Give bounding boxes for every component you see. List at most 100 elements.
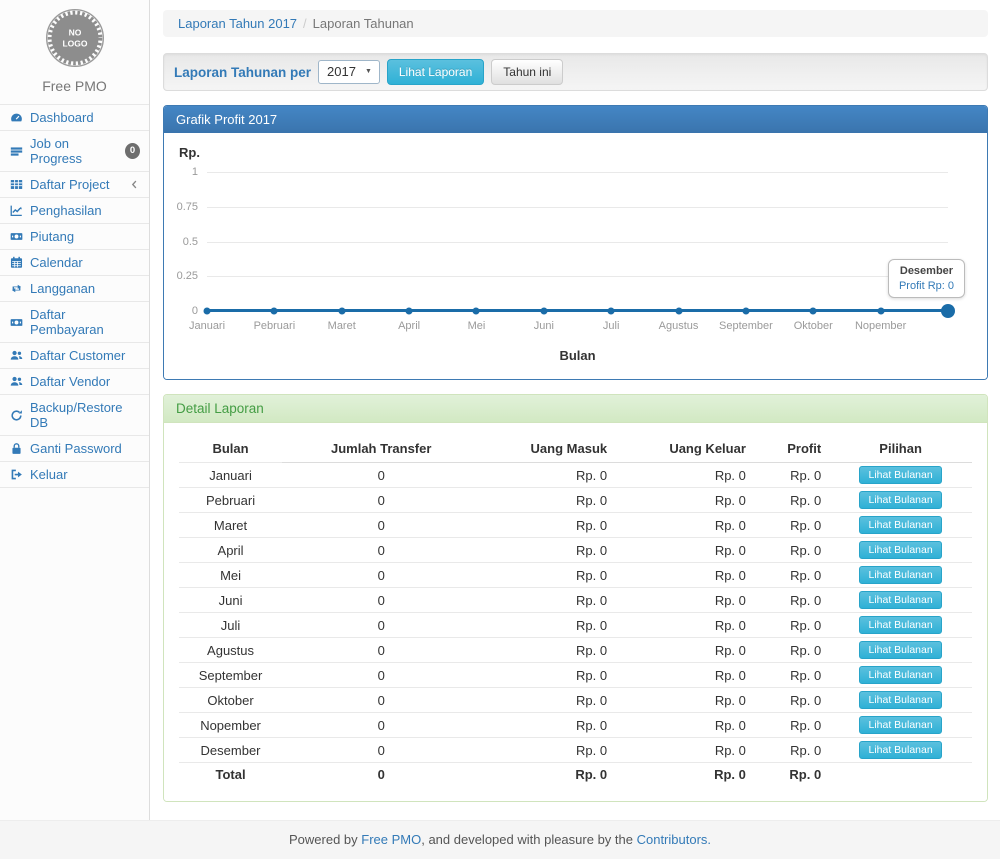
sidebar-item-label: Ganti Password	[30, 441, 122, 456]
cell-uang-masuk: Rp. 0	[480, 463, 615, 488]
cell-jumlah-transfer: 0	[282, 638, 480, 663]
sidebar-item-langganan[interactable]: Langganan	[0, 276, 149, 302]
sidebar-item-dashboard[interactable]: Dashboard	[0, 105, 149, 131]
lihat-bulanan-button[interactable]: Lihat Bulanan	[859, 641, 941, 659]
lihat-bulanan-button[interactable]: Lihat Bulanan	[859, 591, 941, 609]
sidebar-item-daftar-customer[interactable]: Daftar Customer	[0, 343, 149, 369]
data-point[interactable]	[271, 308, 278, 315]
tasks-icon	[9, 145, 23, 158]
table-row: September0Rp. 0Rp. 0Rp. 0Lihat Bulanan	[179, 663, 972, 688]
cell-profit: Rp. 0	[754, 513, 829, 538]
cell-uang-keluar: Rp. 0	[615, 588, 754, 613]
sidebar-item-piutang[interactable]: Piutang	[0, 224, 149, 250]
cell-profit: Rp. 0	[754, 488, 829, 513]
column-header-uang-masuk: Uang Masuk	[480, 435, 615, 463]
footer-link-contributors[interactable]: Contributors.	[637, 832, 711, 847]
detail-panel-body: BulanJumlah TransferUang MasukUang Kelua…	[164, 423, 987, 801]
lihat-bulanan-button[interactable]: Lihat Bulanan	[859, 741, 941, 759]
data-point[interactable]	[473, 308, 480, 315]
data-point[interactable]	[540, 308, 547, 315]
sidebar-item-daftar-vendor[interactable]: Daftar Vendor	[0, 369, 149, 395]
lihat-bulanan-button[interactable]: Lihat Bulanan	[859, 466, 941, 484]
cell-pilihan: Lihat Bulanan	[829, 588, 972, 613]
sidebar-item-keluar[interactable]: Keluar	[0, 462, 149, 488]
cell-pilihan: Lihat Bulanan	[829, 513, 972, 538]
cell-uang-keluar: Rp. 0	[615, 638, 754, 663]
lihat-bulanan-button[interactable]: Lihat Bulanan	[859, 541, 941, 559]
lihat-bulanan-button[interactable]: Lihat Bulanan	[859, 566, 941, 584]
cell-jumlah-transfer: 0	[282, 538, 480, 563]
cell-uang-keluar: Rp. 0	[615, 663, 754, 688]
data-point[interactable]	[204, 308, 211, 315]
sidebar-item-penghasilan[interactable]: Penghasilan	[0, 198, 149, 224]
chart-x-axis-title: Bulan	[207, 348, 948, 363]
table-header-row: BulanJumlah TransferUang MasukUang Kelua…	[179, 435, 972, 463]
detail-panel-title: Detail Laporan	[164, 395, 987, 423]
data-point[interactable]	[406, 308, 413, 315]
cell-uang-keluar: Rp. 0	[615, 763, 754, 787]
lihat-bulanan-button[interactable]: Lihat Bulanan	[859, 516, 941, 534]
sidebar-item-ganti-password[interactable]: Ganti Password	[0, 436, 149, 462]
data-point[interactable]	[742, 308, 749, 315]
x-tick-label: September	[719, 320, 773, 332]
sidebar-item-backup-restore-db[interactable]: Backup/Restore DB	[0, 395, 149, 436]
year-select[interactable]: 2017 ▼	[318, 60, 380, 84]
cell-uang-masuk: Rp. 0	[480, 613, 615, 638]
sidebar-item-label: Daftar Customer	[30, 348, 125, 363]
year-select-value: 2017	[327, 64, 356, 79]
table-row: Pebruari0Rp. 0Rp. 0Rp. 0Lihat Bulanan	[179, 488, 972, 513]
y-tick-label: 0.5	[154, 236, 198, 248]
footer-text-before: Powered by	[289, 832, 361, 847]
chevron-left-icon	[129, 179, 140, 190]
cell-jumlah-transfer: 0	[282, 763, 480, 787]
brand-name: Free PMO	[0, 78, 149, 94]
lihat-bulanan-button[interactable]: Lihat Bulanan	[859, 616, 941, 634]
lihat-bulanan-button[interactable]: Lihat Bulanan	[859, 716, 941, 734]
cell-pilihan: Lihat Bulanan	[829, 738, 972, 763]
column-header-jumlah-transfer: Jumlah Transfer	[282, 435, 480, 463]
sidebar-item-calendar[interactable]: Calendar	[0, 250, 149, 276]
x-tick-label: Nopember	[855, 320, 906, 332]
cell-pilihan: Lihat Bulanan	[829, 663, 972, 688]
sidebar-item-daftar-project[interactable]: Daftar Project	[0, 172, 149, 198]
y-tick-label: 1	[154, 166, 198, 178]
cell-uang-masuk: Rp. 0	[480, 538, 615, 563]
data-point[interactable]	[675, 308, 682, 315]
cell-jumlah-transfer: 0	[282, 463, 480, 488]
footer-link-free-pmo[interactable]: Free PMO	[361, 832, 421, 847]
filter-label: Laporan Tahunan per	[174, 65, 311, 80]
table-row: Mei0Rp. 0Rp. 0Rp. 0Lihat Bulanan	[179, 563, 972, 588]
no-logo-badge-icon: NO LOGO	[45, 8, 105, 68]
cell-uang-keluar: Rp. 0	[615, 513, 754, 538]
data-point[interactable]	[608, 308, 615, 315]
cell-jumlah-transfer: 0	[282, 713, 480, 738]
cell-bulan: Maret	[179, 513, 282, 538]
cell-profit: Rp. 0	[754, 463, 829, 488]
breadcrumb-link-laporan-tahun[interactable]: Laporan Tahun 2017	[178, 16, 297, 31]
cell-bulan: Desember	[179, 738, 282, 763]
svg-text:NO: NO	[68, 28, 81, 38]
profit-chart-panel: Grafik Profit 2017 Rp. Desember Profit R…	[163, 105, 988, 380]
data-point[interactable]	[877, 308, 884, 315]
sidebar-item-job-on-progress[interactable]: Job on Progress0	[0, 131, 149, 172]
cell-jumlah-transfer: 0	[282, 688, 480, 713]
sidebar-item-label: Keluar	[30, 467, 68, 482]
gridline	[207, 276, 948, 277]
data-point[interactable]	[338, 308, 345, 315]
chart-panel-title: Grafik Profit 2017	[164, 106, 987, 133]
x-tick-label: Juli	[603, 320, 620, 332]
refresh-icon	[9, 409, 23, 422]
logo-block: NO LOGO Free PMO	[0, 0, 149, 104]
lihat-bulanan-button[interactable]: Lihat Bulanan	[859, 691, 941, 709]
tahun-ini-button[interactable]: Tahun ini	[491, 59, 563, 85]
lihat-bulanan-button[interactable]: Lihat Bulanan	[859, 491, 941, 509]
retweet-icon	[9, 282, 23, 295]
sign-out-icon	[9, 468, 23, 481]
data-point[interactable]	[810, 308, 817, 315]
calendar-icon	[9, 256, 23, 269]
lihat-bulanan-button[interactable]: Lihat Bulanan	[859, 666, 941, 684]
detail-report-panel: Detail Laporan BulanJumlah TransferUang …	[163, 394, 988, 802]
lihat-laporan-button[interactable]: Lihat Laporan	[387, 59, 484, 85]
sidebar-item-daftar-pembayaran[interactable]: Daftar Pembayaran	[0, 302, 149, 343]
data-point-active[interactable]	[941, 304, 955, 318]
